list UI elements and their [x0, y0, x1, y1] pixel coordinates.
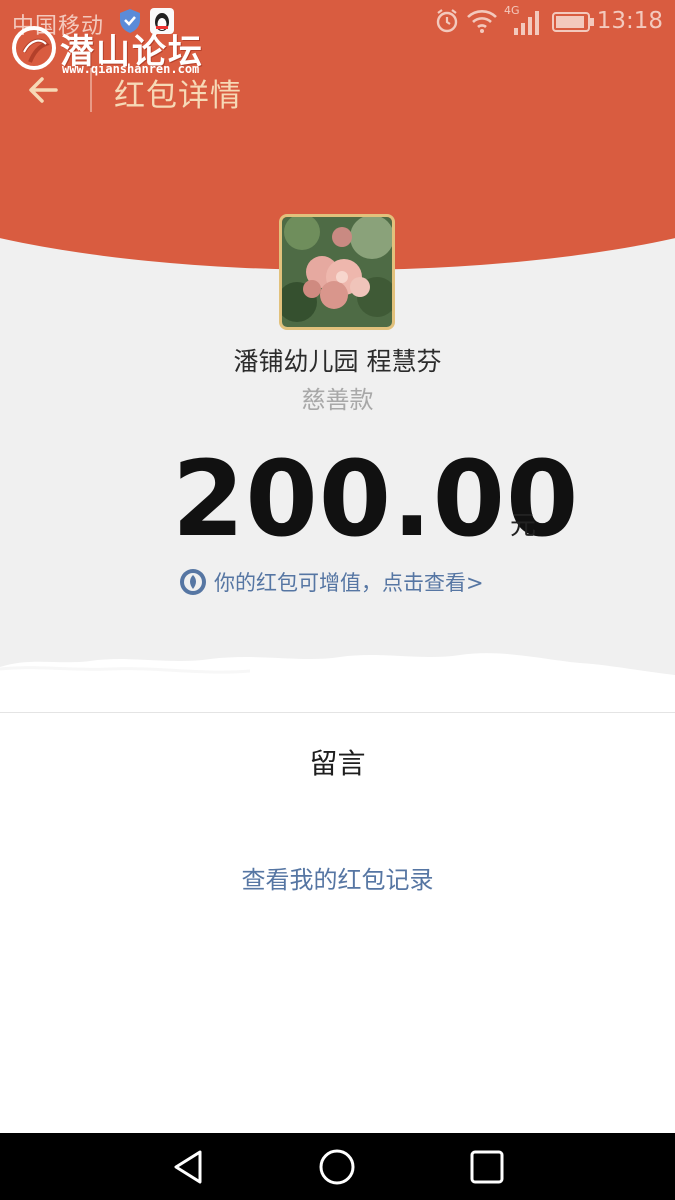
alarm-icon [434, 8, 460, 40]
view-records-link[interactable]: 查看我的红包记录 [0, 860, 675, 895]
watermark-url: www.qianshanren.com [62, 62, 200, 76]
wifi-icon [466, 8, 498, 40]
nav-home-icon [319, 1149, 355, 1185]
nav-back-button[interactable] [168, 1147, 208, 1187]
nav-recents-icon [470, 1150, 504, 1184]
cloud-divider [0, 653, 675, 715]
sender-avatar[interactable] [279, 214, 395, 330]
system-nav-bar [0, 1133, 675, 1200]
nav-recents-button[interactable] [467, 1147, 507, 1187]
nav-home-button[interactable] [317, 1147, 357, 1187]
value-added-text: 你的红包可增值，点击查看> [214, 571, 484, 595]
watermark-emblem-icon [12, 26, 56, 70]
avatar-flower-image [282, 217, 392, 327]
nav-back-icon [174, 1150, 202, 1184]
sender-name: 潘铺幼儿园 程慧芬 [233, 347, 442, 376]
packet-greeting: 慈善款 [301, 386, 374, 414]
watermark-logo: 潜山论坛 www.qianshanren.com [8, 22, 223, 82]
message-title: 留言 [309, 747, 366, 780]
screen: 中国移动 4G 13:18 潜山论坛 www.qianshanren.com 红… [0, 0, 675, 1200]
section-divider [0, 712, 675, 713]
clock: 13:18 [596, 8, 663, 34]
currency-unit: 元 [510, 511, 537, 541]
coin-icon [180, 569, 206, 595]
battery-icon [552, 11, 596, 39]
signal-icon [512, 8, 542, 42]
